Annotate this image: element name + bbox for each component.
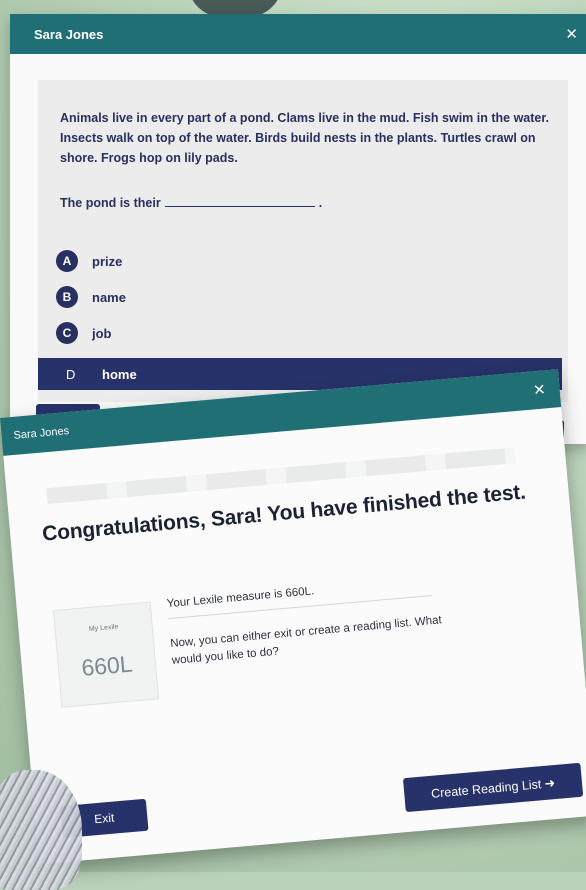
lexile-card-value: 660L <box>80 650 134 681</box>
next-steps-text: Now, you can either exit or create a rea… <box>169 614 443 667</box>
question-panel: Animals live in every part of a pond. Cl… <box>38 80 568 402</box>
lexile-card: My Lexile 660L <box>52 601 160 708</box>
results-dialog: Sara Jones ✕ Congratulations, Sara! You … <box>0 369 586 865</box>
option-letter-badge: B <box>56 286 78 308</box>
option-letter-badge: A <box>56 250 78 272</box>
question-dialog-title: Sara Jones <box>34 26 104 42</box>
option-label: job <box>92 325 112 341</box>
lexile-measure-text: Your Lexile measure is 660L. <box>166 575 433 620</box>
option-b[interactable]: B name <box>56 286 126 308</box>
results-dialog-title: Sara Jones <box>13 425 70 442</box>
close-icon[interactable]: ✕ <box>532 380 546 399</box>
question-dialog-titlebar: Sara Jones ✕ <box>10 14 586 54</box>
question-prompt: The pond is their. <box>60 194 322 210</box>
option-letter: D <box>66 366 76 382</box>
option-label: home <box>102 366 137 382</box>
option-letter-badge: C <box>56 322 78 344</box>
create-reading-list-button[interactable]: Create Reading List ➜ <box>402 762 584 813</box>
close-icon[interactable]: ✕ <box>565 25 578 43</box>
lexile-card-label: My Lexile <box>88 623 119 634</box>
prompt-text: The pond is their <box>60 196 161 210</box>
option-label: name <box>92 289 126 305</box>
prompt-end: . <box>318 196 323 210</box>
reading-passage: Animals live in every part of a pond. Cl… <box>60 111 550 165</box>
option-a[interactable]: A prize <box>56 250 122 272</box>
option-label: prize <box>92 253 123 269</box>
prompt-blank <box>164 194 315 207</box>
option-c[interactable]: C job <box>56 322 112 344</box>
